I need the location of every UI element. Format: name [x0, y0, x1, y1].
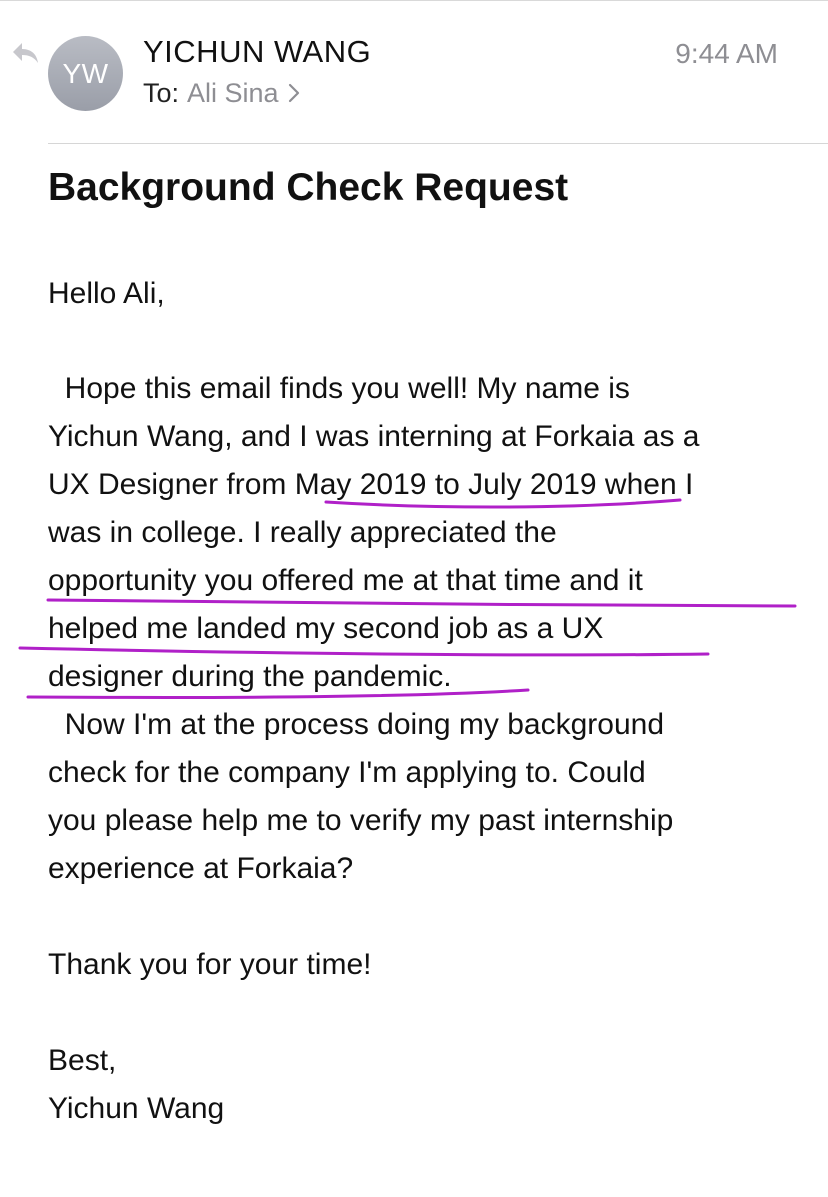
sender-name[interactable]: YICHUN WANG [143, 34, 371, 70]
header-divider [48, 143, 828, 144]
signature: Yichun Wang [48, 1092, 225, 1125]
body-line: you please help me to verify my past int… [48, 804, 674, 837]
body-line: was in college. I really appreciated the [48, 516, 557, 549]
recipient-name[interactable]: Ali Sina [187, 78, 279, 108]
reply-arrow-icon[interactable] [10, 40, 40, 66]
signoff: Best, [48, 1044, 117, 1077]
avatar[interactable]: YW [48, 36, 123, 111]
body-line: Hope this email finds you well! My name … [48, 372, 630, 405]
body-line: check for the company I'm applying to. C… [48, 756, 646, 789]
greeting: Hello Ali, [48, 277, 165, 310]
thanks-line: Thank you for your time! [48, 948, 372, 981]
body-line: designer during the pandemic. [48, 660, 452, 693]
chevron-right-icon [288, 83, 299, 103]
body-line: Now I'm at the process doing my backgrou… [48, 708, 665, 741]
body-line: opportunity you offered me at that time … [48, 564, 643, 597]
to-label: To: [143, 78, 180, 108]
body-line: Yichun Wang, and I was interning at Fork… [48, 420, 700, 453]
timestamp: 9:44 AM [675, 38, 778, 69]
body-line: helped me landed my second job as a UX [48, 612, 604, 645]
recipient-row[interactable]: To: Ali Sina [143, 78, 301, 109]
top-divider [0, 0, 828, 1]
body-line: UX Designer from May 2019 to July 2019 w… [48, 468, 694, 501]
body-line: experience at Forkaia? [48, 852, 354, 885]
email-subject: Background Check Request [48, 166, 569, 209]
